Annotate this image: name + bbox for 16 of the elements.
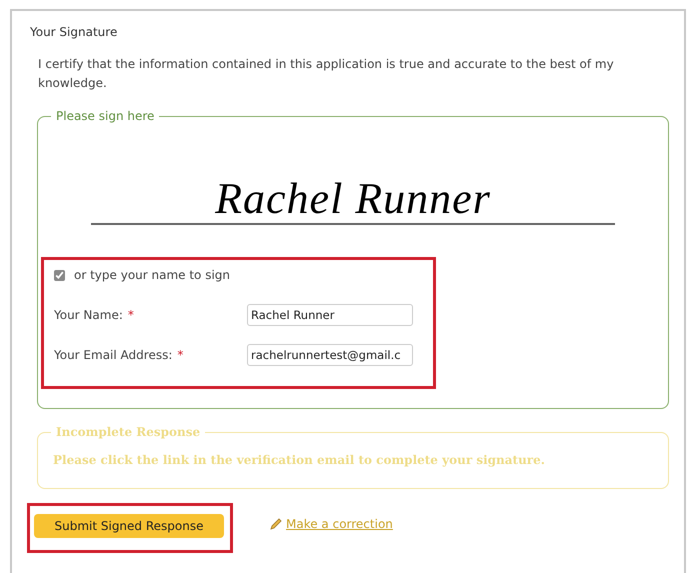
field-label: Your Name: [54, 307, 123, 324]
submit-button[interactable]: Submit Signed Response [34, 514, 224, 538]
signature: Rachel Runner [215, 173, 491, 225]
status-message: Please click the link in the verification email to complete your signature. [53, 452, 546, 469]
certify-statement: I certify that the information contained in this application is true and accurate to the best of my knowledge. [38, 56, 615, 92]
required-mark: * [177, 347, 184, 364]
field-label: Your Email Address: [54, 347, 172, 364]
sign-here-legend: Please sign here [51, 107, 160, 125]
status-legend: Incomplete Response [51, 423, 206, 441]
pencil-icon [269, 517, 283, 531]
text-field[interactable]: Rachel Runner [247, 304, 413, 326]
text-field[interactable]: rachelrunnertest@gmail.c [247, 344, 413, 366]
section-title: Your Signature [30, 24, 118, 41]
type-to-sign-label: or type your name to sign [74, 267, 230, 284]
type-to-sign-checkbox[interactable] [54, 270, 65, 280]
required-mark: * [128, 307, 134, 324]
